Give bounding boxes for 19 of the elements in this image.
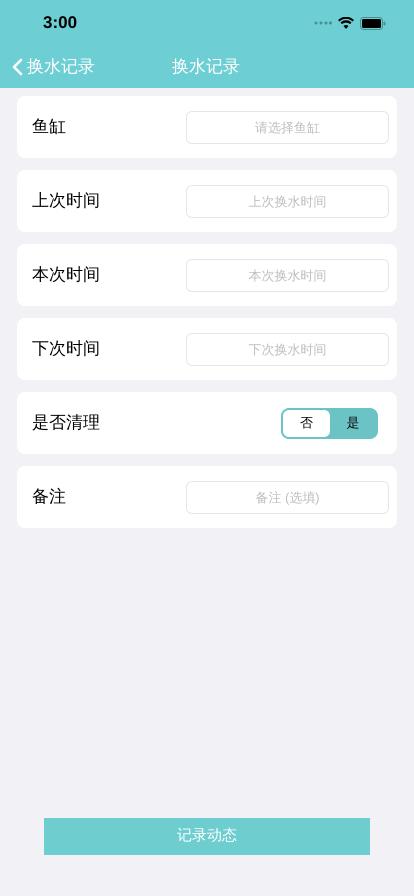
row-label: 本次时间 <box>32 264 100 286</box>
input-field[interactable]: 请选择鱼缸 <box>186 110 389 144</box>
row-label: 是否清理 <box>32 412 100 434</box>
row-label: 下次时间 <box>32 338 100 360</box>
status-time: 3:00 <box>43 12 78 34</box>
signal-icon <box>314 21 332 25</box>
page-title: 换水记录 <box>172 56 240 78</box>
input-field[interactable]: 下次换水时间 <box>186 332 389 366</box>
segment-option[interactable]: 否 <box>283 410 330 436</box>
row-label: 上次时间 <box>32 190 100 212</box>
input-field[interactable]: 上次换水时间 <box>186 184 389 218</box>
input-field[interactable]: 备注 (选填) <box>186 480 389 514</box>
wifi-icon <box>338 17 354 29</box>
input-field[interactable]: 本次换水时间 <box>186 258 389 292</box>
row-label: 鱼缸 <box>32 116 66 138</box>
row-label: 备注 <box>32 486 66 508</box>
segment-option[interactable]: 是 <box>330 410 376 436</box>
chevron-left-icon <box>12 58 23 76</box>
battery-icon <box>360 16 386 30</box>
